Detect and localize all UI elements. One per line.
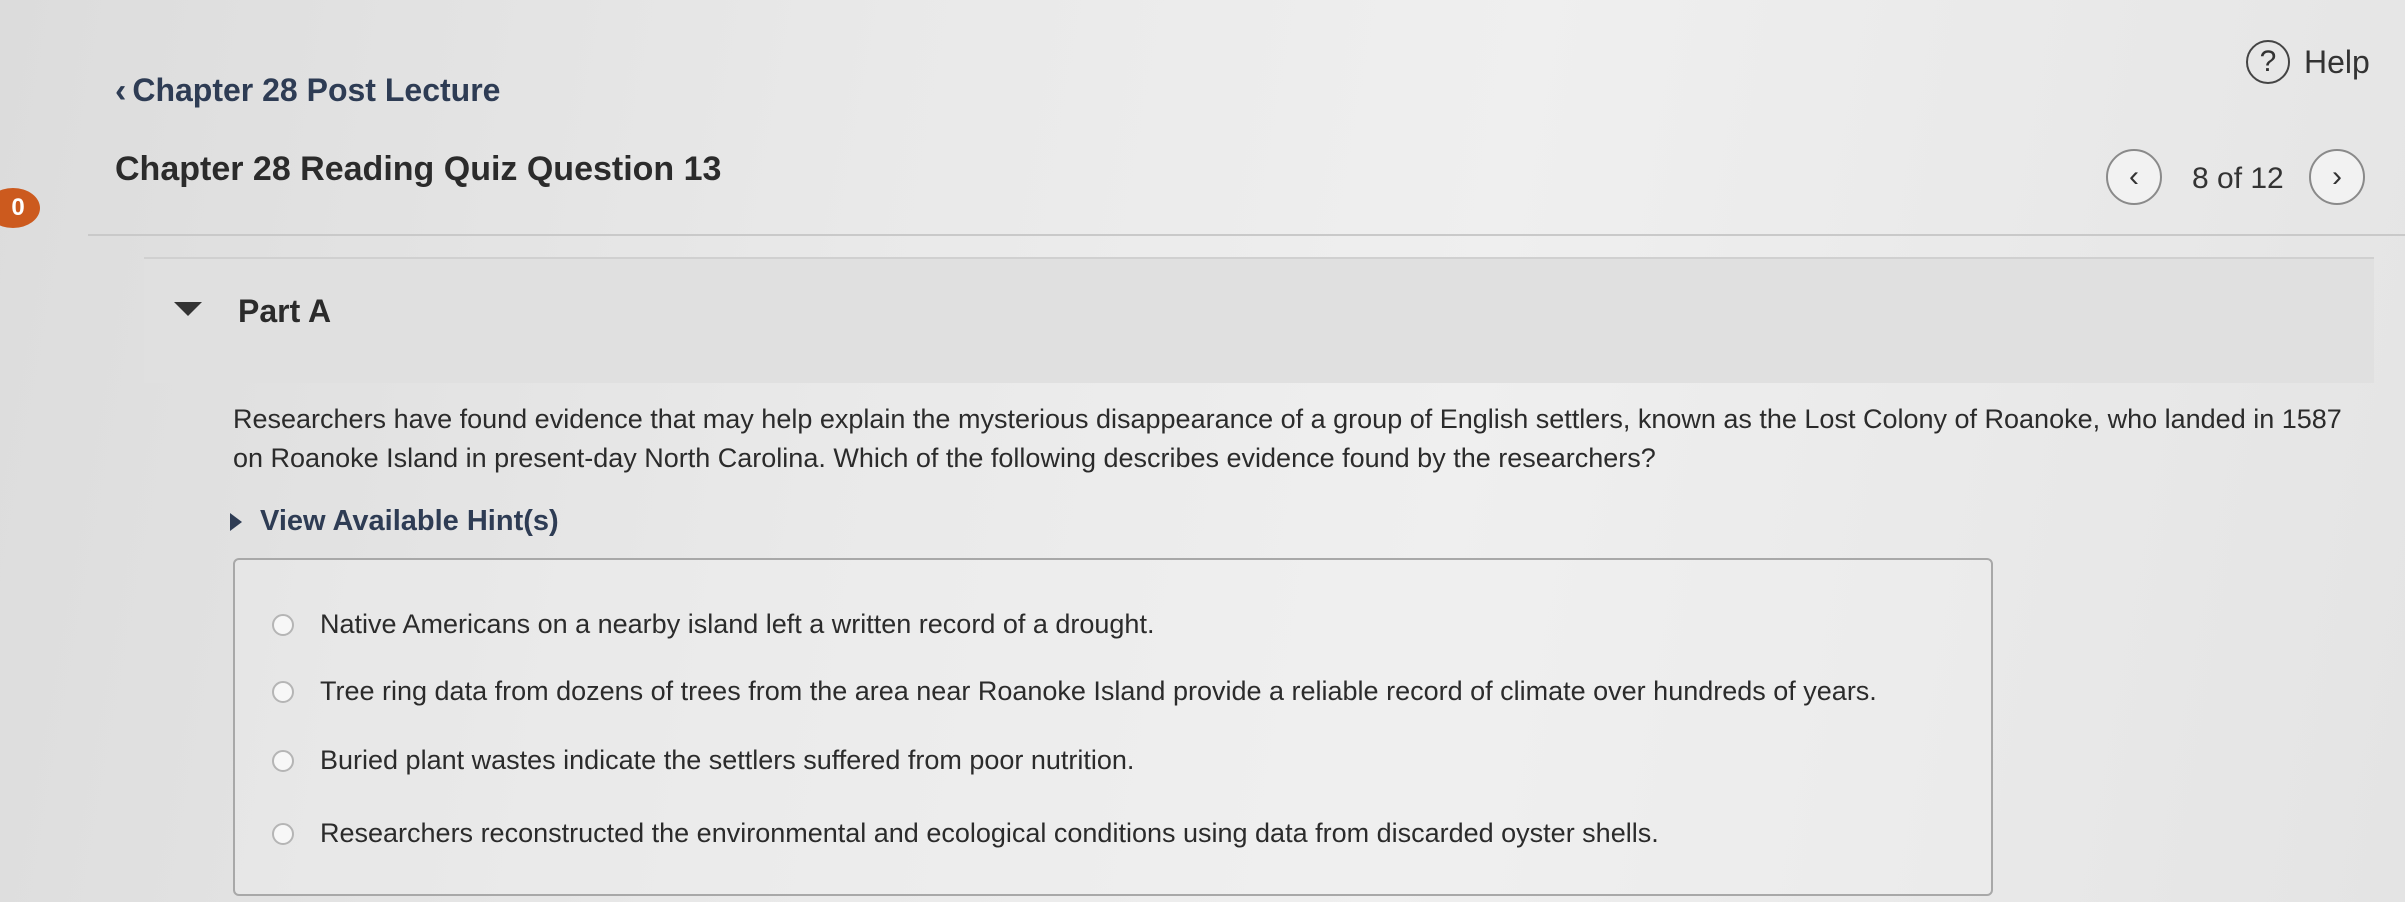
answer-option[interactable]: Buried plant wastes indicate the settler… (272, 745, 1134, 776)
answer-option[interactable]: Native Americans on a nearby island left… (272, 609, 1154, 640)
radio-button[interactable] (272, 680, 294, 703)
part-header (144, 257, 2374, 383)
header-divider (88, 234, 2405, 236)
page-title: Chapter 28 Reading Quiz Question 13 (115, 150, 722, 188)
score-badge: 0 (0, 188, 40, 228)
answer-option-label: Tree ring data from dozens of trees from… (320, 676, 1877, 706)
answer-option-label: Researchers reconstructed the environmen… (320, 818, 1659, 848)
radio-button[interactable] (272, 749, 294, 772)
question-text: Researchers have found evidence that may… (233, 404, 2342, 473)
answer-option-label: Buried plant wastes indicate the settler… (320, 745, 1135, 775)
answer-option[interactable]: Tree ring data from dozens of trees from… (272, 676, 1877, 707)
caret-right-icon (230, 512, 242, 531)
answer-option-label: Native Americans on a nearby island left… (320, 609, 1155, 639)
help-label: Help (2304, 43, 2370, 80)
next-question-button[interactable]: › (2309, 149, 2365, 205)
chevron-right-icon: › (2332, 160, 2342, 193)
radio-button[interactable] (272, 822, 294, 845)
hint-toggle-label: View Available Hint(s) (260, 505, 559, 537)
part-title: Part A (238, 293, 332, 329)
back-link-label: Chapter 28 Post Lecture (132, 72, 501, 108)
question-pager: 8 of 12 (2192, 162, 2284, 195)
answer-option[interactable]: Researchers reconstructed the environmen… (272, 818, 1659, 849)
help-button[interactable]: ? Help (2246, 40, 2370, 84)
radio-button[interactable] (272, 613, 294, 636)
chevron-left-icon: ‹ (115, 71, 127, 110)
caret-down-icon[interactable] (174, 302, 202, 316)
back-to-assignment-link[interactable]: ‹ Chapter 28 Post Lecture (115, 72, 500, 109)
view-hints-toggle[interactable]: View Available Hint(s) (230, 505, 559, 538)
previous-question-button[interactable]: ‹ (2106, 149, 2162, 205)
chevron-left-icon: ‹ (2129, 160, 2139, 193)
question-circle-icon: ? (2246, 40, 2290, 84)
